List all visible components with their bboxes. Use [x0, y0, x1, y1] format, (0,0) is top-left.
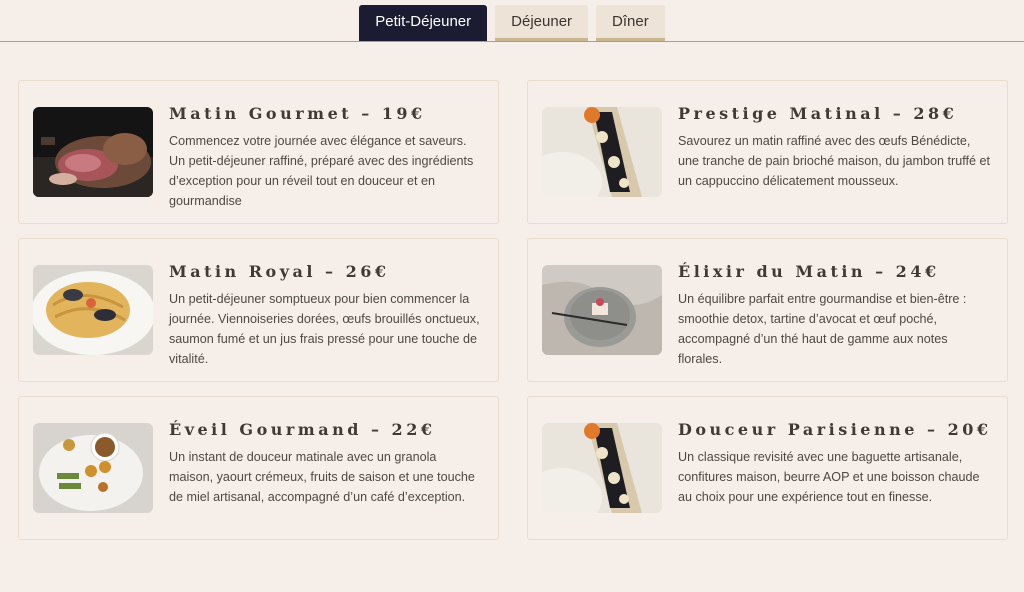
- tab-petit-dejeuner[interactable]: Petit-Déjeuner: [359, 5, 488, 41]
- menu-item-title: Éveil Gourmand – 22€: [169, 420, 436, 439]
- menu-item-title: Élixir du Matin – 24€: [678, 262, 940, 281]
- menu-item-card[interactable]: Prestige Matinal – 28€ Savourez un matin…: [527, 80, 1008, 224]
- tab-dejeuner[interactable]: Déjeuner: [495, 5, 589, 41]
- menu-item-title: Matin Royal – 26€: [169, 262, 390, 281]
- menu-item-description: Un petit-déjeuner somptueux pour bien co…: [169, 292, 480, 366]
- menu-item-card[interactable]: Matin Royal – 26€ Un petit-déjeuner somp…: [18, 238, 499, 382]
- coffee-snacks-photo: [33, 423, 153, 513]
- dessert-plate-photo: [542, 265, 662, 355]
- menu-item-description: Un classique revisité avec une baguette …: [678, 450, 980, 504]
- menu-item-card[interactable]: Élixir du Matin – 24€ Un équilibre parfa…: [527, 238, 1008, 382]
- menu-item-title: Prestige Matinal – 28€: [678, 104, 958, 123]
- menu-item-title: Douceur Parisienne – 20€: [678, 420, 992, 439]
- menu-item-card[interactable]: Douceur Parisienne – 20€ Un classique re…: [527, 396, 1008, 540]
- menu-tabs: Petit-Déjeuner Déjeuner Dîner: [0, 5, 1024, 42]
- tabs-divider: [0, 41, 1024, 42]
- menu-item-card[interactable]: Matin Gourmet – 19€ Commencez votre jour…: [18, 80, 499, 224]
- menu-item-card[interactable]: Éveil Gourmand – 22€ Un instant de douce…: [18, 396, 499, 540]
- seafood-pasta-photo: [33, 265, 153, 355]
- grilled-meat-photo: [33, 107, 153, 197]
- menu-grid: Matin Gourmet – 19€ Commencez votre jour…: [18, 80, 1008, 540]
- caviar-dish-photo: [542, 423, 662, 513]
- menu-item-description: Un équilibre parfait entre gourmandise e…: [678, 292, 967, 366]
- menu-item-title: Matin Gourmet – 19€: [169, 104, 426, 123]
- menu-item-description: Savourez un matin raffiné avec des œufs …: [678, 134, 991, 188]
- caviar-dish-photo: [542, 107, 662, 197]
- tab-diner[interactable]: Dîner: [596, 5, 665, 41]
- menu-item-description: Un instant de douceur matinale avec un g…: [169, 450, 475, 504]
- menu-item-description: Commencez votre journée avec élégance et…: [169, 134, 474, 208]
